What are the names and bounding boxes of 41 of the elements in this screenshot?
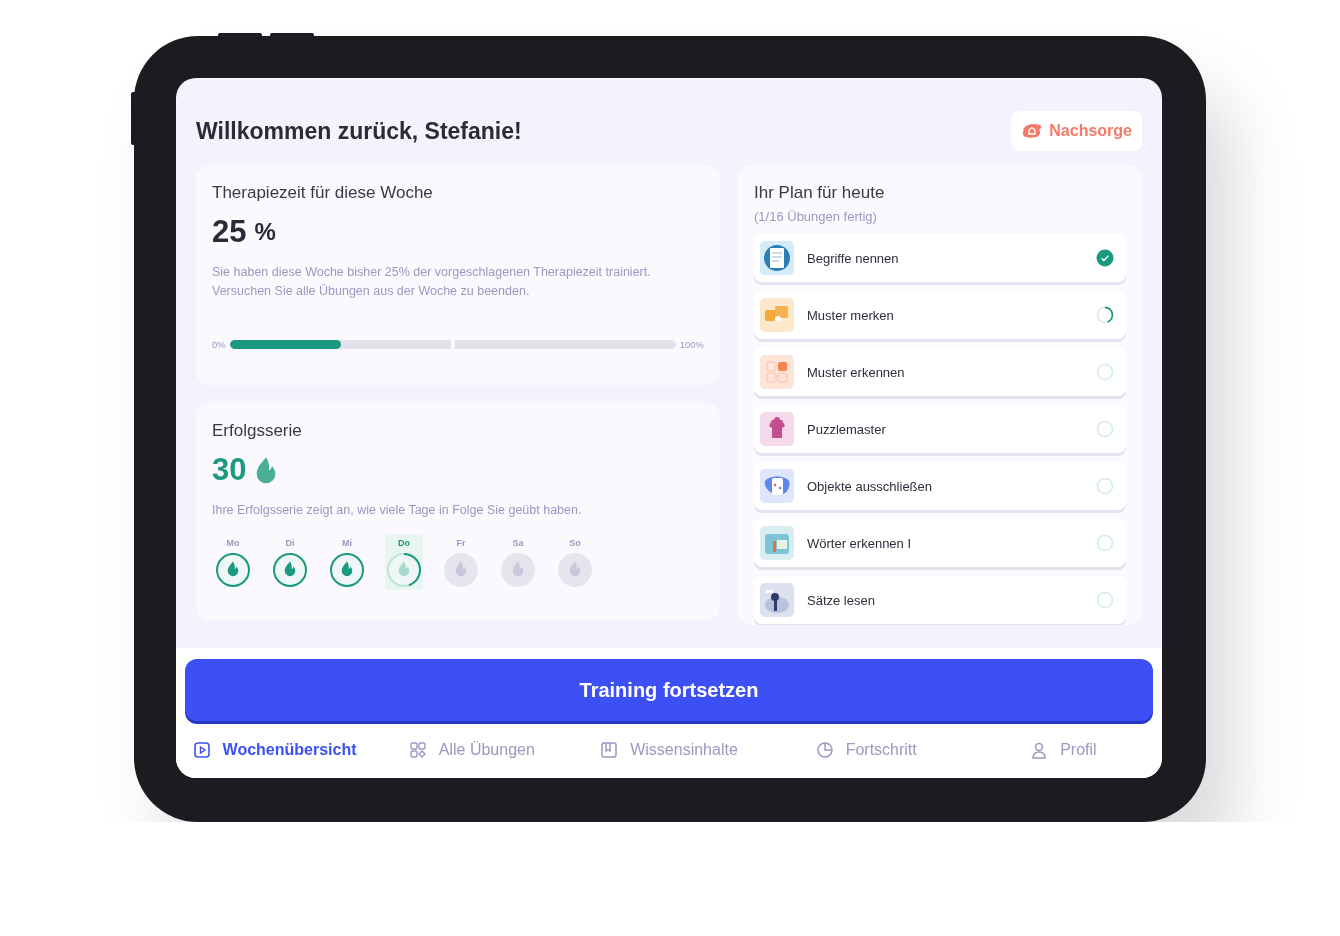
exercise-row[interactable]: Puzzlemaster (754, 405, 1126, 453)
exercise-row[interactable]: Begriffe nennen (754, 234, 1126, 282)
day-label: Fr (456, 538, 466, 548)
progress-label: 0% (212, 339, 226, 350)
user-icon (1030, 740, 1049, 759)
exercise-name: Begriffe nennen (807, 250, 900, 266)
progress-label: 100% (679, 339, 704, 350)
card-title: Therapiezeit für diese Woche (212, 183, 434, 203)
day-label: Do (398, 538, 410, 548)
grid-icon (408, 740, 427, 759)
panel-title: Ihr Plan für heute (754, 183, 886, 203)
exercise-name: Puzzlemaster (807, 421, 887, 437)
percent-sign: % (254, 218, 276, 246)
home-icon (1021, 122, 1044, 140)
book-icon (600, 740, 619, 759)
day-label: Mi (342, 538, 352, 548)
welcome-title: Willkommen zurück, Stefanie! (196, 117, 522, 145)
pie-chart-icon (815, 740, 834, 759)
play-icon (192, 740, 211, 759)
day-label: So (569, 538, 581, 548)
exercise-row[interactable]: Sätze lesen (754, 576, 1126, 624)
day-label: Di (285, 538, 295, 548)
exercise-row[interactable]: Muster erkennen (754, 348, 1126, 396)
description: Sie haben diese Woche bisher 25% der vorgeschlagenen Therapiezeit trainiert. Versuchen Sie alle Übungen aus der Woche zu beenden. (212, 264, 652, 300)
continue-training-button[interactable]: Training fortsetzen (185, 659, 1153, 721)
day-label: Mo (226, 538, 240, 548)
streak-count: 30 (212, 452, 247, 488)
exercise-name: Objekte ausschließen (807, 478, 933, 494)
exercise-name: Sätze lesen (807, 592, 876, 608)
nav-tab[interactable]: Wochenübersicht (192, 740, 357, 759)
exercise-row[interactable]: Wörter erkennen I (754, 519, 1126, 567)
day-label: Sa (512, 538, 524, 548)
progress-count: (1/16 Übungen fertig) (754, 209, 878, 224)
exercise-row[interactable]: Objekte ausschließen (754, 462, 1126, 510)
exercise-name: Wörter erkennen I (807, 535, 913, 551)
card-title: Erfolgsserie (212, 421, 303, 441)
exercise-row[interactable]: Muster merken (754, 291, 1126, 339)
description: Ihre Erfolgsserie zeigt an, wie viele Tage in Folge Sie geübt haben. (212, 502, 583, 519)
percentage-value: 25 (212, 214, 247, 250)
exercise-name: Muster erkennen (807, 364, 906, 380)
exercise-name: Muster merken (807, 307, 895, 323)
